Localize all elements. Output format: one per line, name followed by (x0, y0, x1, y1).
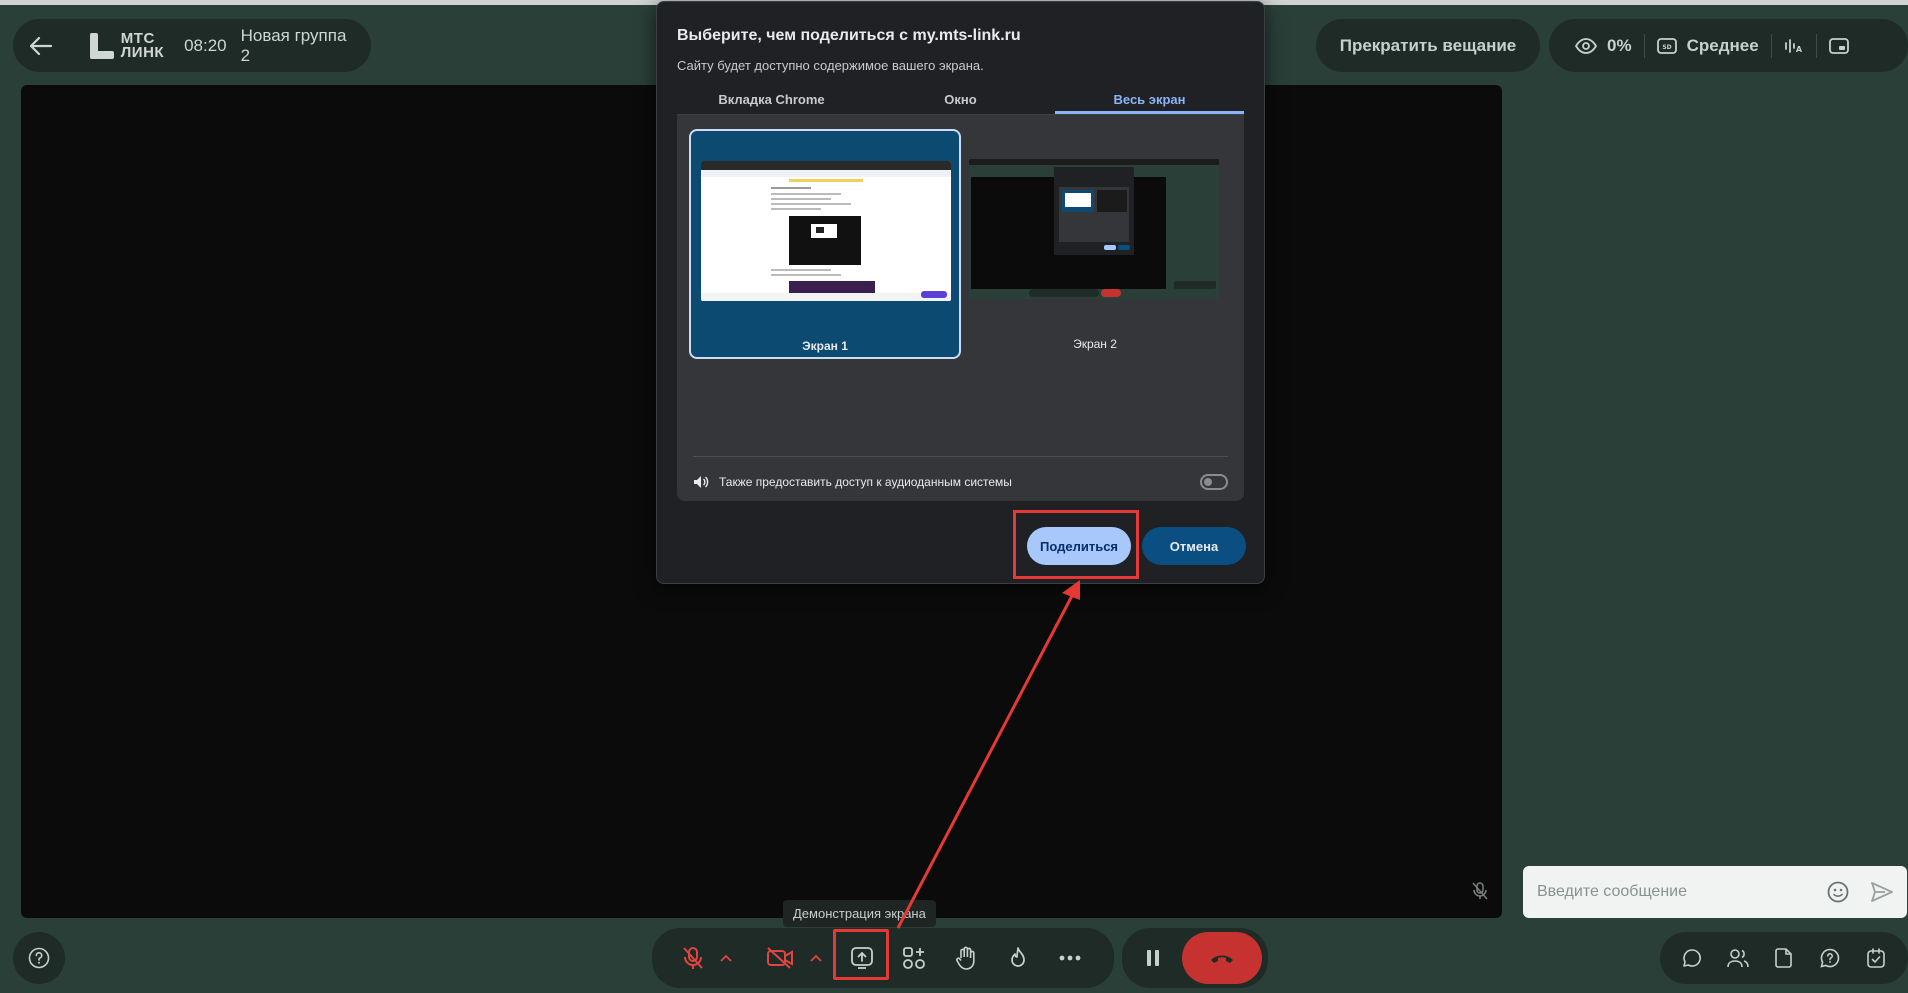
emoji-icon[interactable] (1827, 881, 1849, 903)
camera-button[interactable] (753, 930, 807, 986)
camera-off-icon (767, 947, 794, 969)
camera-options-chevron-icon[interactable] (807, 954, 826, 962)
tab-chrome-tab[interactable]: Вкладка Chrome (677, 86, 866, 114)
eye-icon (1575, 37, 1597, 54)
screen-1-label: Экран 1 (802, 339, 848, 353)
dialog-body: Экран 1 Экран 2 Также предоставить досту… (677, 115, 1244, 501)
share-source-tabs: Вкладка Chrome Окно Весь экран (677, 86, 1244, 115)
bottom-right-panel (1660, 932, 1908, 984)
dialog-title: Выберите, чем поделиться с my.mts-link.r… (677, 27, 1021, 44)
questions-button[interactable] (1810, 938, 1850, 978)
layout-button[interactable] (1817, 19, 1861, 72)
microphone-button[interactable] (670, 930, 717, 986)
logo-text-line2: ЛИНК (120, 43, 165, 61)
system-audio-toggle[interactable] (1200, 474, 1228, 490)
system-audio-label: Также предоставить доступ к аудиоданным … (719, 475, 1012, 489)
group-name: Новая группа 2 (240, 25, 347, 65)
chat-button[interactable] (1672, 938, 1712, 978)
speaker-icon (694, 476, 709, 488)
cancel-button[interactable]: Отмена (1142, 527, 1246, 565)
mic-options-chevron-icon[interactable] (717, 954, 736, 962)
end-call-button[interactable] (1182, 932, 1262, 984)
participants-button[interactable] (1718, 938, 1758, 978)
tab-entire-screen[interactable]: Весь экран (1055, 86, 1244, 114)
checklist-icon (1867, 948, 1885, 968)
help-button[interactable] (13, 932, 65, 984)
svg-text:SD: SD (1662, 44, 1671, 51)
pause-button[interactable] (1128, 933, 1178, 983)
annotation-highlight-screen-share (833, 929, 889, 980)
system-audio-row: Также предоставить доступ к аудиоданным … (693, 467, 1228, 497)
chat-input-box (1523, 866, 1907, 918)
tasks-button[interactable] (1856, 938, 1896, 978)
more-dots-icon (1059, 955, 1081, 961)
document-icon (1775, 948, 1792, 968)
more-button[interactable] (1044, 930, 1096, 986)
add-apps-icon (902, 947, 925, 969)
back-arrow-icon[interactable] (29, 33, 54, 59)
participants-icon (1727, 949, 1749, 968)
files-button[interactable] (1764, 938, 1804, 978)
divider (693, 456, 1228, 457)
screen-2-label: Экран 2 (1073, 337, 1117, 351)
send-icon[interactable] (1871, 882, 1893, 902)
screen-1-thumbnail (701, 161, 951, 301)
quality-selector[interactable]: SD Среднее (1645, 19, 1771, 72)
voice-text-icon: A (1784, 38, 1803, 54)
question-icon (28, 947, 50, 969)
viewers-indicator[interactable]: 0% (1563, 19, 1644, 72)
subtitles-button[interactable]: A (1772, 19, 1816, 72)
raise-hand-button[interactable] (940, 930, 992, 986)
screen-share-tooltip: Демонстрация экрана (783, 900, 936, 927)
stage-mic-off-icon (1472, 882, 1488, 905)
call-controls (1122, 928, 1268, 988)
quality-label: Среднее (1686, 35, 1759, 55)
mts-link-logo: МТС ЛИНК (89, 31, 165, 61)
screen-share-dialog: Выберите, чем поделиться с my.mts-link.r… (656, 1, 1265, 584)
chat-message-input[interactable] (1537, 883, 1827, 901)
stop-broadcast-button[interactable]: Прекратить вещание (1316, 19, 1540, 72)
session-time: 08:20 (184, 35, 227, 55)
header-right: 0% SD Среднее A (1549, 19, 1908, 72)
quality-sd-icon: SD (1656, 37, 1677, 54)
logo-mark-icon (89, 32, 114, 59)
svg-text:A: A (1796, 45, 1803, 54)
pause-icon (1147, 950, 1159, 966)
header-left: МТС ЛИНК 08:20 Новая группа 2 (13, 19, 371, 72)
screen-2-thumbnail (969, 159, 1219, 299)
picture-in-picture-icon (1828, 37, 1849, 54)
annotation-highlight-share (1013, 510, 1139, 579)
flame-icon (1011, 947, 1025, 967)
screen-option-1[interactable]: Экран 1 (689, 129, 961, 359)
question-bubble-icon (1820, 948, 1840, 968)
tab-window[interactable]: Окно (866, 86, 1055, 114)
mic-off-icon (683, 947, 703, 969)
reactions-button[interactable] (992, 930, 1044, 986)
apps-button[interactable] (888, 930, 940, 986)
dialog-subtitle: Сайту будет доступно содержимое вашего э… (677, 58, 984, 73)
hand-icon (955, 946, 975, 970)
hang-up-icon (1211, 955, 1233, 963)
screen-option-2[interactable]: Экран 2 (959, 129, 1231, 359)
chat-bubble-icon (1683, 949, 1701, 967)
viewers-percent: 0% (1607, 35, 1632, 55)
